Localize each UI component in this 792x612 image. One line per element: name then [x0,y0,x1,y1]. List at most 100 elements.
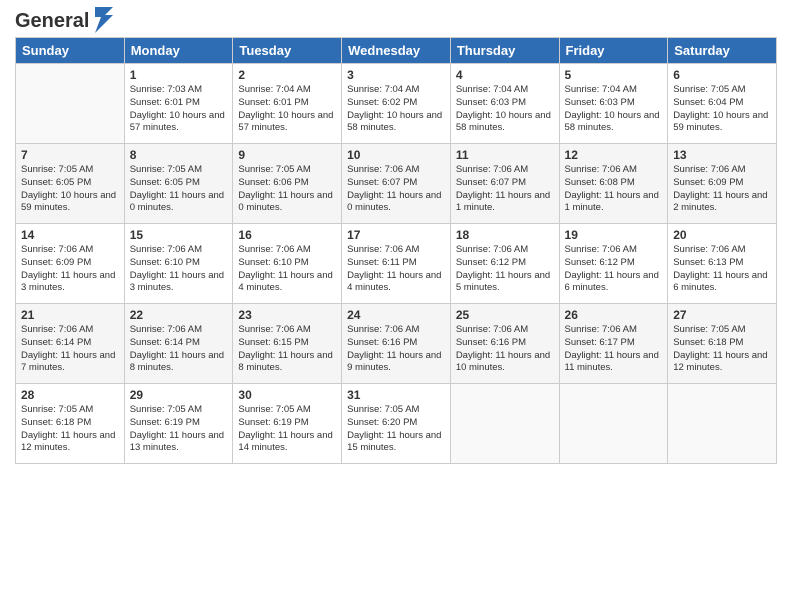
day-number: 29 [130,388,228,402]
col-thursday: Thursday [450,38,559,64]
cell-w0d5: 5Sunrise: 7:04 AMSunset: 6:03 PMDaylight… [559,64,668,144]
cell-w2d3: 17 Sunrise: 7:06 AMSunset: 6:11 PMDayligh… [342,224,451,304]
cell-w3d2: 23 Sunrise: 7:06 AMSunset: 6:15 PMDayligh… [233,304,342,384]
day-info: Sunrise: 7:03 AMSunset: 6:01 PMDaylight:… [130,84,228,135]
day-number: 7 [21,148,119,162]
cell-w4d1: 29Sunrise: 7:05 AMSunset: 6:19 PMDayligh… [124,384,233,464]
day-number: 27 [673,308,771,322]
week-row-3: 21 Sunrise: 7:06 AMSunset: 6:14 PMDayligh… [16,304,777,384]
day-number: 18 [456,228,554,242]
day-info: Sunrise: 7:06 AMSunset: 6:11 PMDaylight:… [347,244,445,295]
week-row-2: 14 Sunrise: 7:06 AMSunset: 6:09 PMDayligh… [16,224,777,304]
day-info: Sunrise: 7:06 AMSunset: 6:10 PMDaylight:… [130,244,228,295]
cell-w4d2: 30 Sunrise: 7:05 AMSunset: 6:19 PMDayligh… [233,384,342,464]
day-number: 3 [347,68,445,82]
day-info: Sunrise: 7:05 AMSunset: 6:20 PMDaylight:… [347,404,445,455]
day-number: 21 [21,308,119,322]
col-tuesday: Tuesday [233,38,342,64]
cell-w4d3: 31 Sunrise: 7:05 AMSunset: 6:20 PMDayligh… [342,384,451,464]
day-info: Sunrise: 7:06 AMSunset: 6:15 PMDaylight:… [238,324,336,375]
cell-w1d5: 12Sunrise: 7:06 AMSunset: 6:08 PMDayligh… [559,144,668,224]
cell-w1d1: 8Sunrise: 7:05 AMSunset: 6:05 PMDaylight… [124,144,233,224]
day-info: Sunrise: 7:06 AMSunset: 6:17 PMDaylight:… [565,324,663,375]
day-number: 8 [130,148,228,162]
header-row: Sunday Monday Tuesday Wednesday Thursday… [16,38,777,64]
day-info: Sunrise: 7:06 AMSunset: 6:16 PMDaylight:… [347,324,445,375]
col-friday: Friday [559,38,668,64]
day-info: Sunrise: 7:06 AMSunset: 6:07 PMDaylight:… [456,164,554,215]
day-number: 13 [673,148,771,162]
week-row-4: 28 Sunrise: 7:05 AMSunset: 6:18 PMDayligh… [16,384,777,464]
day-info: Sunrise: 7:06 AMSunset: 6:08 PMDaylight:… [565,164,663,215]
day-info: Sunrise: 7:04 AMSunset: 6:02 PMDaylight:… [347,84,445,135]
day-number: 16 [238,228,336,242]
header: General [15,10,777,29]
day-number: 23 [238,308,336,322]
day-number: 25 [456,308,554,322]
cell-w0d2: 2Sunrise: 7:04 AMSunset: 6:01 PMDaylight… [233,64,342,144]
cell-w1d4: 11 Sunrise: 7:06 AMSunset: 6:07 PMDayligh… [450,144,559,224]
day-info: Sunrise: 7:04 AMSunset: 6:01 PMDaylight:… [238,84,336,135]
cell-w0d1: 1 Sunrise: 7:03 AMSunset: 6:01 PMDaylight… [124,64,233,144]
cell-w2d4: 18 Sunrise: 7:06 AMSunset: 6:12 PMDayligh… [450,224,559,304]
day-info: Sunrise: 7:06 AMSunset: 6:07 PMDaylight:… [347,164,445,215]
day-info: Sunrise: 7:06 AMSunset: 6:14 PMDaylight:… [21,324,119,375]
cell-w4d6 [668,384,777,464]
cell-w3d1: 22 Sunrise: 7:06 AMSunset: 6:14 PMDayligh… [124,304,233,384]
day-info: Sunrise: 7:05 AMSunset: 6:18 PMDaylight:… [21,404,119,455]
day-number: 28 [21,388,119,402]
logo-general: General [15,10,89,33]
cell-w0d4: 4Sunrise: 7:04 AMSunset: 6:03 PMDaylight… [450,64,559,144]
cell-w1d2: 9 Sunrise: 7:05 AMSunset: 6:06 PMDaylight… [233,144,342,224]
day-number: 24 [347,308,445,322]
day-number: 14 [21,228,119,242]
cell-w0d6: 6Sunrise: 7:05 AMSunset: 6:04 PMDaylight… [668,64,777,144]
day-number: 26 [565,308,663,322]
day-number: 9 [238,148,336,162]
cell-w2d2: 16 Sunrise: 7:06 AMSunset: 6:10 PMDayligh… [233,224,342,304]
page: General Sunday Monday Tuesday Wednesday … [0,0,792,612]
day-info: Sunrise: 7:06 AMSunset: 6:09 PMDaylight:… [21,244,119,295]
day-number: 22 [130,308,228,322]
logo-icon [91,7,113,33]
day-info: Sunrise: 7:04 AMSunset: 6:03 PMDaylight:… [565,84,663,135]
cell-w1d6: 13 Sunrise: 7:06 AMSunset: 6:09 PMDayligh… [668,144,777,224]
day-number: 4 [456,68,554,82]
cell-w3d6: 27Sunrise: 7:05 AMSunset: 6:18 PMDayligh… [668,304,777,384]
cell-w2d1: 15 Sunrise: 7:06 AMSunset: 6:10 PMDayligh… [124,224,233,304]
cell-w3d5: 26 Sunrise: 7:06 AMSunset: 6:17 PMDayligh… [559,304,668,384]
day-number: 30 [238,388,336,402]
day-number: 17 [347,228,445,242]
col-sunday: Sunday [16,38,125,64]
day-info: Sunrise: 7:06 AMSunset: 6:10 PMDaylight:… [238,244,336,295]
cell-w1d3: 10 Sunrise: 7:06 AMSunset: 6:07 PMDayligh… [342,144,451,224]
col-monday: Monday [124,38,233,64]
cell-w3d0: 21 Sunrise: 7:06 AMSunset: 6:14 PMDayligh… [16,304,125,384]
cell-w1d0: 7Sunrise: 7:05 AMSunset: 6:05 PMDaylight… [16,144,125,224]
col-saturday: Saturday [668,38,777,64]
week-row-1: 7Sunrise: 7:05 AMSunset: 6:05 PMDaylight… [16,144,777,224]
week-row-0: 1 Sunrise: 7:03 AMSunset: 6:01 PMDaylight… [16,64,777,144]
day-number: 1 [130,68,228,82]
cell-w3d4: 25 Sunrise: 7:06 AMSunset: 6:16 PMDayligh… [450,304,559,384]
day-info: Sunrise: 7:06 AMSunset: 6:09 PMDaylight:… [673,164,771,215]
cell-w2d6: 20Sunrise: 7:06 AMSunset: 6:13 PMDayligh… [668,224,777,304]
day-number: 6 [673,68,771,82]
day-info: Sunrise: 7:06 AMSunset: 6:12 PMDaylight:… [456,244,554,295]
day-number: 15 [130,228,228,242]
day-info: Sunrise: 7:06 AMSunset: 6:14 PMDaylight:… [130,324,228,375]
day-number: 11 [456,148,554,162]
day-number: 31 [347,388,445,402]
day-info: Sunrise: 7:05 AMSunset: 6:06 PMDaylight:… [238,164,336,215]
cell-w4d0: 28 Sunrise: 7:05 AMSunset: 6:18 PMDayligh… [16,384,125,464]
cell-w2d5: 19 Sunrise: 7:06 AMSunset: 6:12 PMDayligh… [559,224,668,304]
day-number: 19 [565,228,663,242]
day-info: Sunrise: 7:06 AMSunset: 6:16 PMDaylight:… [456,324,554,375]
cell-w0d0 [16,64,125,144]
day-info: Sunrise: 7:05 AMSunset: 6:19 PMDaylight:… [238,404,336,455]
cell-w4d5 [559,384,668,464]
day-number: 10 [347,148,445,162]
day-info: Sunrise: 7:06 AMSunset: 6:12 PMDaylight:… [565,244,663,295]
cell-w0d3: 3 Sunrise: 7:04 AMSunset: 6:02 PMDaylight… [342,64,451,144]
logo: General [15,10,113,29]
